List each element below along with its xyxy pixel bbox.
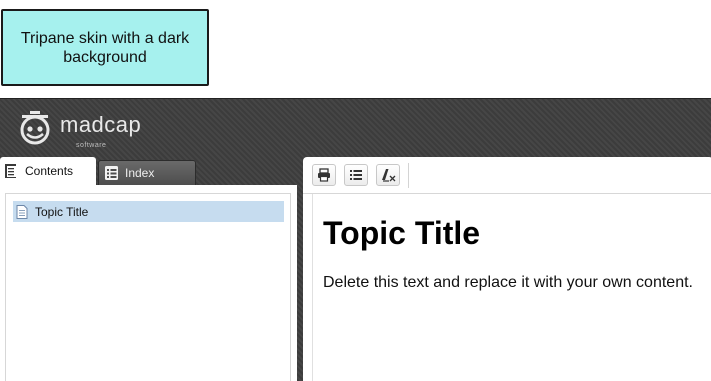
index-list-icon [105,166,118,180]
topic-body-text: Delete this text and replace it with you… [323,274,693,291]
toc-panel: Topic Title [5,193,291,381]
remove-highlight-button[interactable] [376,164,400,186]
toolbar-divider [408,163,409,188]
tab-contents-label: Contents [25,164,74,178]
logo-wordmark: madcap software [60,112,142,150]
contents-book-icon [5,164,16,178]
header-logo[interactable]: madcap software [16,107,142,150]
topic-frame: Topic Title Delete this text and replace… [312,194,711,381]
topic-toolbar [303,157,711,194]
tab-contents[interactable]: Contents [0,157,96,185]
expand-all-button[interactable] [344,164,368,186]
topic-document-icon [16,204,28,219]
print-button[interactable] [312,164,336,186]
logo-text: madcap [60,112,142,137]
tab-index[interactable]: Index [98,160,196,185]
callout-text: Tripane skin with a dark background [20,29,190,66]
content-pane: Topic Title Delete this text and replace… [303,157,711,381]
topic-title: Topic Title [323,215,481,251]
printer-icon [318,168,330,182]
toc-item-topic-title[interactable]: Topic Title [13,201,284,222]
tripane-skin: madcap software Contents Index Topic Tit… [0,98,711,381]
remove-highlight-icon [382,169,396,182]
logo-subtext: software [76,142,107,149]
callout-label: Tripane skin with a dark background [1,9,209,86]
toc-item-label: Topic Title [35,204,89,219]
tab-index-label: Index [125,166,155,180]
madcap-logo-icon [20,111,50,145]
navigation-pane: Topic Title [0,185,297,381]
list-icon [350,170,362,180]
